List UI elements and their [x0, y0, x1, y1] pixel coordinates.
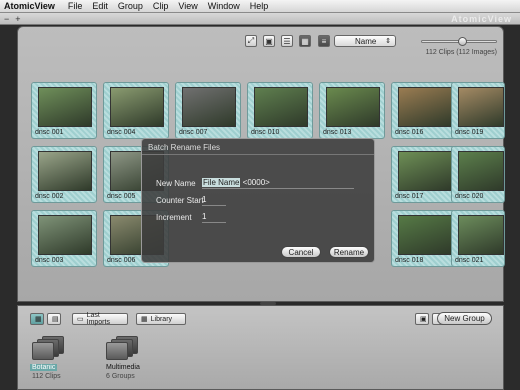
thumbnail-caption: dnsc 007 — [179, 129, 208, 136]
menu-edit[interactable]: Edit — [87, 1, 113, 11]
list-view-icon[interactable]: ☰ — [281, 35, 293, 47]
thumbnail-image — [458, 215, 504, 255]
thumbnail-caption: dnsc 001 — [35, 129, 64, 136]
thumbnail[interactable]: dnsc 010 — [247, 82, 313, 139]
group-count: 112 Clips — [32, 373, 61, 380]
thumbnail[interactable]: dnsc 016 — [391, 82, 457, 139]
thumbnail[interactable]: dnsc 019 — [451, 82, 505, 139]
thumbnail-image — [110, 87, 164, 127]
library-label: Library — [150, 315, 173, 323]
menu-window[interactable]: Window — [203, 1, 245, 11]
menu-file[interactable]: File — [63, 1, 88, 11]
app-menu[interactable]: AtomicView — [0, 1, 63, 11]
group-count: 6 Groups — [106, 373, 135, 380]
right-edge — [504, 26, 520, 390]
group-item[interactable]: Botanic 112 Clips — [30, 331, 74, 387]
window-titlebar: − + — [0, 13, 520, 25]
thumbnail[interactable]: dnsc 001 — [31, 82, 97, 139]
thumbnail-caption: dnsc 004 — [107, 129, 136, 136]
last-imports-button[interactable]: ▭ Last Imports — [72, 312, 128, 326]
thumbnail-image — [182, 87, 236, 127]
thumbnail-image — [254, 87, 308, 127]
dialog-divider — [142, 154, 374, 155]
thumbnail[interactable]: dnsc 003 — [31, 210, 97, 267]
fullscreen-icon[interactable]: ⤢ — [245, 35, 257, 47]
thumbnail-caption: dnsc 017 — [395, 193, 424, 200]
chevron-updown-icon: ⇕ — [385, 38, 391, 45]
thumbnail-caption: dnsc 006 — [107, 257, 136, 264]
thumbnail-image — [38, 215, 92, 255]
group-folder-icon — [32, 336, 70, 360]
library-button[interactable]: ▦ Library — [136, 313, 186, 325]
thumbnail[interactable]: dnsc 007 — [175, 82, 241, 139]
batch-rename-dialog: Batch Rename Files New Name File Name <0… — [141, 138, 375, 263]
group-name: Botanic — [30, 364, 58, 371]
sort-order-icon[interactable]: ≡ — [318, 35, 330, 47]
minus-icon[interactable]: − — [4, 14, 9, 24]
menu-bar: AtomicView File Edit Group Clip View Win… — [0, 0, 520, 13]
thumbnail[interactable]: dnsc 018 — [391, 210, 457, 267]
menu-help[interactable]: Help — [245, 1, 274, 11]
thumbnail-image — [458, 87, 504, 127]
lock-icon[interactable]: ▣ — [263, 35, 275, 47]
thumbnail-caption: dnsc 005 — [107, 193, 136, 200]
cancel-button[interactable]: Cancel — [281, 246, 321, 258]
thumbnail[interactable]: dnsc 020 — [451, 146, 505, 203]
thumbnail-image — [398, 151, 452, 191]
zoom-slider-knob[interactable] — [458, 37, 468, 46]
thumbnail-image — [38, 87, 92, 127]
thumbnail-caption: dnsc 018 — [395, 257, 424, 264]
grid-small-icon[interactable]: ▤ — [47, 313, 61, 325]
brand-logo: AtomicView — [451, 14, 512, 24]
last-imports-label: Last Imports — [86, 312, 110, 326]
group-options-icon[interactable]: ▣ — [415, 313, 429, 325]
zoom-slider[interactable] — [421, 37, 497, 46]
thumbnail-image — [398, 87, 452, 127]
thumbnail-image — [38, 151, 92, 191]
dialog-title: Batch Rename Files — [148, 143, 221, 152]
thumbnail[interactable]: dnsc 021 — [451, 210, 505, 267]
clip-count: 112 Clips (112 Images) — [425, 49, 497, 56]
new-name-token[interactable]: File Name — [202, 178, 241, 187]
thumbnail-image — [326, 87, 380, 127]
thumbnail[interactable]: dnsc 002 — [31, 146, 97, 203]
new-name-field[interactable]: File Name <0000> — [202, 178, 354, 189]
new-name-counter-token: <0000> — [240, 178, 270, 187]
groups-panel: ▦ ▤ ▭ Last Imports ▦ Library ▣ ▨ New Gro… — [17, 305, 504, 390]
thumbnail-caption: dnsc 010 — [251, 129, 280, 136]
thumbnail-caption: dnsc 013 — [323, 129, 352, 136]
thumbnail[interactable]: dnsc 013 — [319, 82, 385, 139]
icon-view-icon[interactable]: ▦ — [30, 313, 44, 325]
sort-select[interactable]: Name ⇕ — [334, 35, 396, 47]
thumbnail-image — [398, 215, 452, 255]
thumbnail-caption: dnsc 002 — [35, 193, 64, 200]
counter-start-field[interactable]: 1 — [202, 195, 226, 206]
monitor-icon: ▭ — [77, 316, 84, 323]
library-icon: ▦ — [141, 316, 148, 323]
thumbnail[interactable]: dnsc 017 — [391, 146, 457, 203]
left-edge — [0, 26, 17, 390]
thumbnail-caption: dnsc 021 — [455, 257, 484, 264]
rename-button[interactable]: Rename — [329, 246, 369, 258]
thumbnail-caption: dnsc 020 — [455, 193, 484, 200]
thumbnail[interactable]: dnsc 004 — [103, 82, 169, 139]
group-folder-icon — [106, 336, 144, 360]
menu-group[interactable]: Group — [113, 1, 148, 11]
new-name-label: New Name — [156, 179, 196, 188]
menu-view[interactable]: View — [173, 1, 202, 11]
group-name: Multimedia — [106, 364, 140, 371]
thumbnail-caption: dnsc 016 — [395, 129, 424, 136]
thumbnail-caption: dnsc 019 — [455, 129, 484, 136]
increment-field[interactable]: 1 — [202, 212, 226, 223]
plus-icon[interactable]: + — [15, 14, 20, 24]
grid-view-icon[interactable]: ▦ — [299, 35, 311, 47]
group-item[interactable]: Multimedia 6 Groups — [104, 331, 148, 387]
increment-label: Increment — [156, 213, 192, 222]
new-group-button[interactable]: New Group — [437, 312, 492, 325]
thumbnail-image — [458, 151, 504, 191]
menu-clip[interactable]: Clip — [148, 1, 174, 11]
sort-value: Name — [355, 36, 377, 46]
thumbnail-caption: dnsc 003 — [35, 257, 64, 264]
counter-start-label: Counter Start — [156, 196, 204, 205]
